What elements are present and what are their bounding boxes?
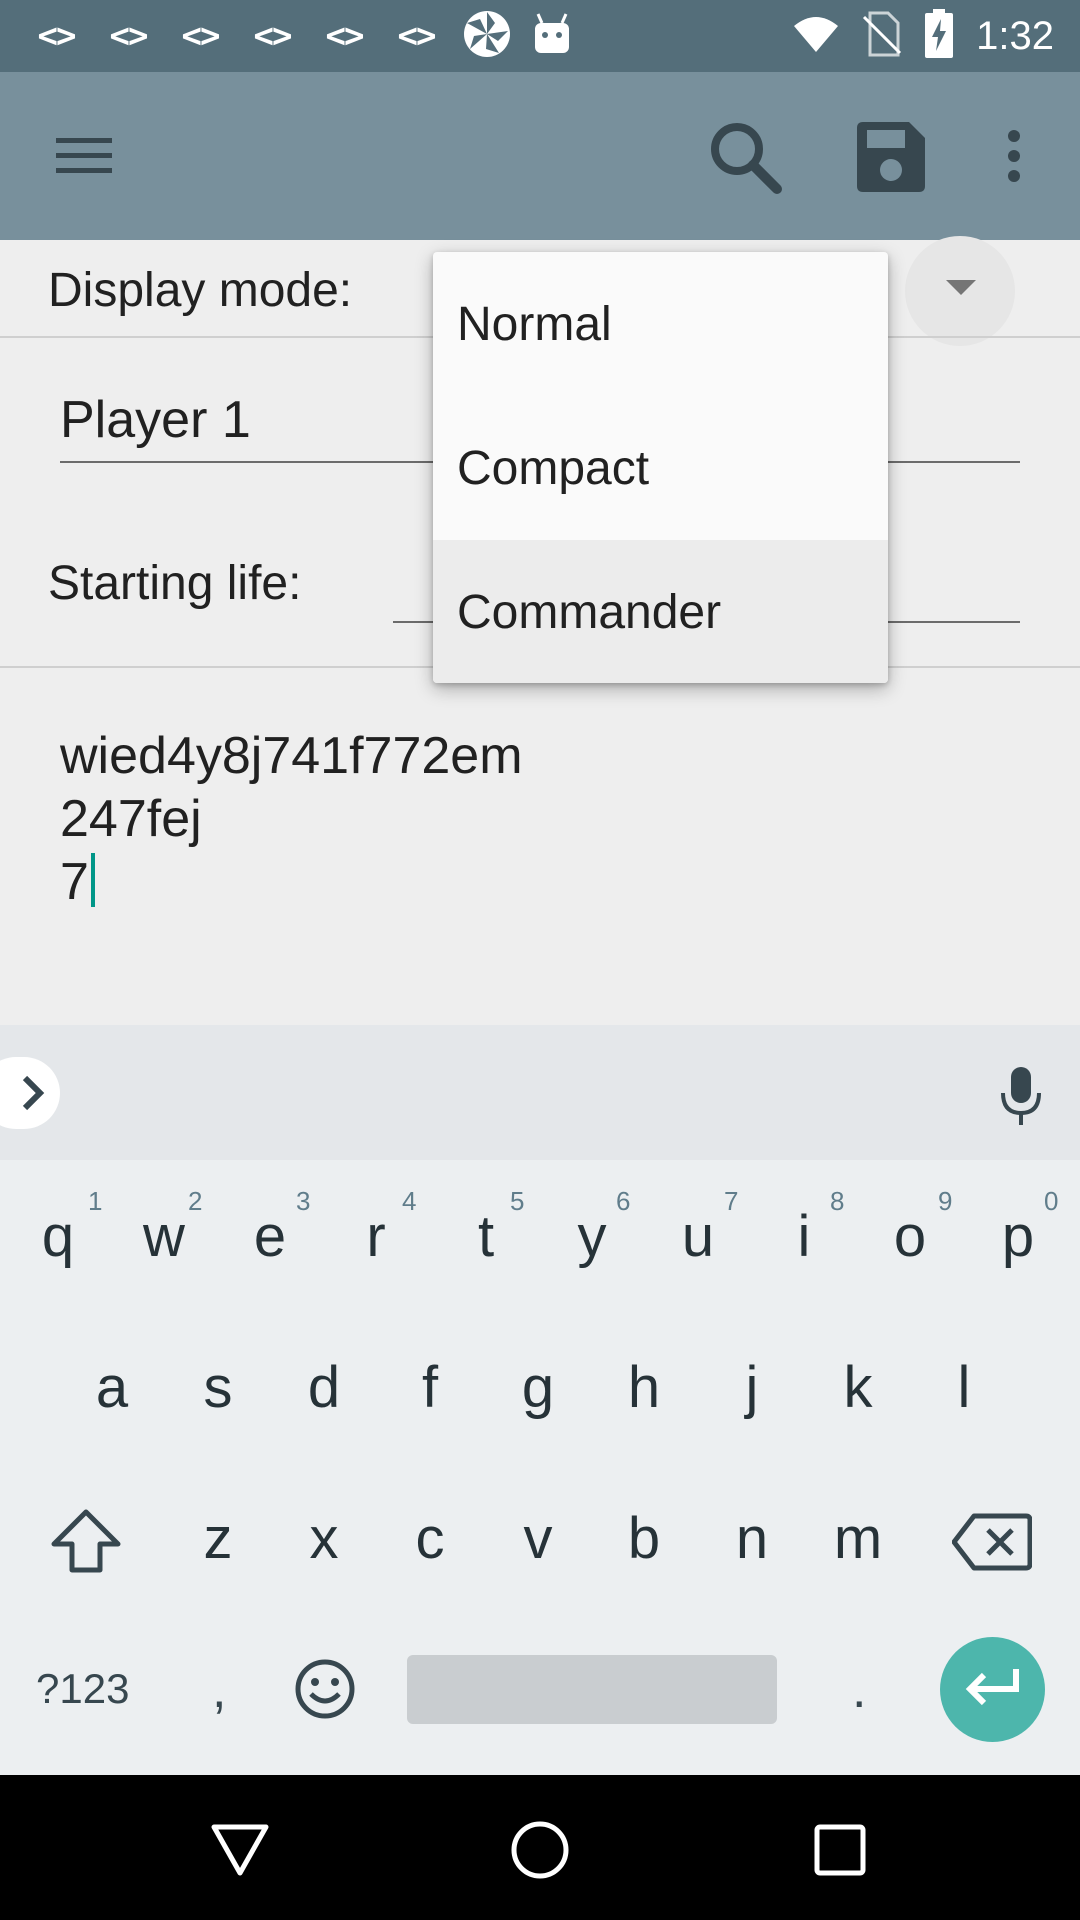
key-h[interactable]: h: [594, 1354, 694, 1421]
battery-charging-icon: [924, 8, 954, 64]
code-notification-icon: <>: [181, 16, 221, 56]
key-l[interactable]: l: [914, 1354, 1014, 1421]
key-hint: 7: [724, 1186, 739, 1216]
key-x[interactable]: x: [274, 1505, 374, 1572]
notes-input[interactable]: wied4y8j741f772em 247fej 7: [60, 725, 523, 914]
search-icon[interactable]: [700, 112, 790, 202]
dropdown-arrow-icon[interactable]: [946, 280, 976, 295]
emoji-icon[interactable]: [294, 1658, 356, 1725]
key-hint: 2: [188, 1186, 203, 1216]
key-g[interactable]: g: [488, 1354, 588, 1421]
key-hint: 4: [402, 1186, 417, 1216]
code-notification-icon: <>: [37, 16, 77, 56]
keyboard-suggestion-strip: [0, 1025, 1080, 1160]
key-d[interactable]: d: [274, 1354, 374, 1421]
code-notification-icon: <>: [253, 16, 293, 56]
notes-line: 247fej: [60, 790, 202, 848]
backspace-icon[interactable]: [951, 1512, 1033, 1577]
key-hint: 6: [616, 1186, 631, 1216]
symbols-key[interactable]: ?123: [36, 1665, 129, 1713]
android-icon: [532, 11, 572, 62]
enter-icon: [964, 1667, 1022, 1712]
key-hint: 0: [1044, 1186, 1059, 1216]
dropdown-option-normal[interactable]: Normal: [433, 252, 888, 396]
menu-icon[interactable]: [44, 120, 124, 192]
period-key[interactable]: .: [852, 1660, 866, 1720]
key-s[interactable]: s: [168, 1354, 268, 1421]
wifi-icon: [792, 14, 840, 59]
notes-line: 7: [60, 853, 89, 911]
code-notification-icon: <>: [325, 16, 365, 56]
shift-icon[interactable]: [50, 1508, 122, 1579]
key-hint: 9: [938, 1186, 953, 1216]
key-z[interactable]: z: [168, 1505, 268, 1572]
notes-line: wied4y8j741f772em: [60, 727, 523, 785]
starting-life-label: Starting life:: [48, 557, 302, 610]
key-j[interactable]: j: [702, 1354, 802, 1421]
chevron-right-icon[interactable]: [0, 1057, 60, 1129]
dropdown-option-compact[interactable]: Compact: [433, 396, 888, 540]
display-mode-dropdown: Normal Compact Commander: [433, 252, 888, 683]
recents-icon[interactable]: [805, 1815, 875, 1885]
key-a[interactable]: a: [62, 1354, 162, 1421]
back-icon[interactable]: [205, 1815, 275, 1885]
space-key[interactable]: [407, 1655, 777, 1724]
key-c[interactable]: c: [380, 1505, 480, 1572]
save-icon[interactable]: [845, 112, 935, 202]
comma-key[interactable]: ,: [212, 1660, 226, 1720]
code-notification-icon: <>: [397, 16, 437, 56]
key-v[interactable]: v: [488, 1505, 588, 1572]
pinwheel-icon: [462, 9, 512, 64]
navigation-bar: [0, 1775, 1080, 1920]
key-b[interactable]: b: [594, 1505, 694, 1572]
key-n[interactable]: n: [702, 1505, 802, 1572]
dropdown-option-commander[interactable]: Commander: [433, 540, 888, 683]
clock: 1:32: [976, 13, 1054, 58]
key-hint: 5: [510, 1186, 525, 1216]
key-f[interactable]: f: [380, 1354, 480, 1421]
status-bar: <> <> <> <> <> <> 1:32: [0, 0, 1080, 72]
key-m[interactable]: m: [808, 1505, 908, 1572]
player-name-input[interactable]: Player 1: [60, 390, 251, 450]
text-cursor: [90, 853, 95, 907]
notification-icons: <> <> <> <> <> <>: [30, 10, 572, 62]
app-toolbar: [0, 72, 1080, 240]
key-hint: 1: [88, 1186, 103, 1216]
more-vert-icon[interactable]: [990, 120, 1038, 192]
system-icons: 1:32: [792, 8, 1054, 64]
key-hint: 3: [296, 1186, 311, 1216]
key-k[interactable]: k: [808, 1354, 908, 1421]
code-notification-icon: <>: [109, 16, 149, 56]
display-mode-label: Display mode:: [48, 264, 353, 317]
key-hint: 8: [830, 1186, 845, 1216]
home-icon[interactable]: [505, 1815, 575, 1885]
mic-icon[interactable]: [995, 1065, 1047, 1132]
enter-key[interactable]: [940, 1637, 1045, 1742]
no-sim-icon: [862, 11, 902, 62]
